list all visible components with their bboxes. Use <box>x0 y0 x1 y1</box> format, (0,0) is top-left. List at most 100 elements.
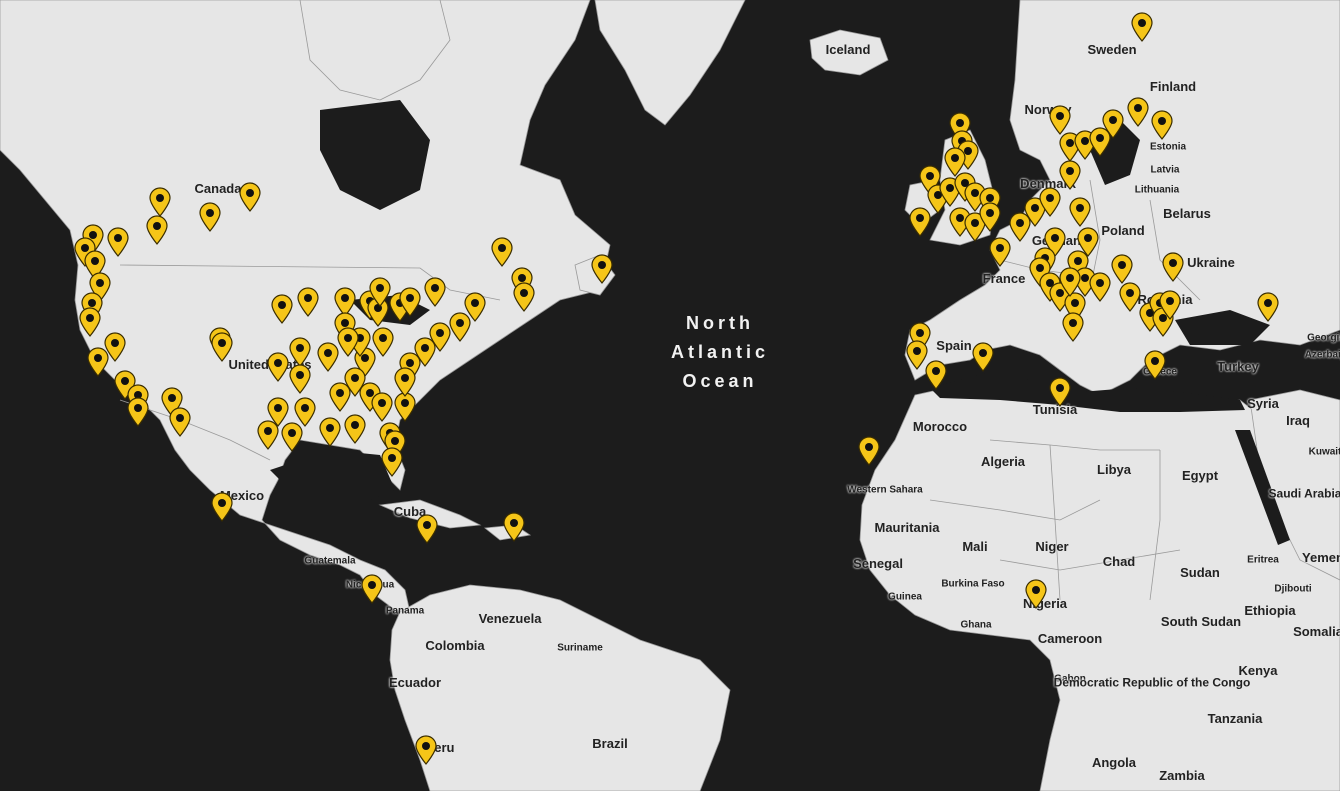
country-label: Democratic Republic of the Congo <box>1053 675 1251 690</box>
map-pin-icon[interactable] <box>1048 105 1072 135</box>
map-pin-icon[interactable] <box>1038 187 1062 217</box>
country-label: Ghana <box>960 619 992 631</box>
country-label: Saudi Arabia <box>1268 486 1340 501</box>
country-label: France <box>982 270 1026 286</box>
map-pin-icon[interactable] <box>1110 254 1134 284</box>
country-label: Algeria <box>980 453 1026 469</box>
country-label: Cameroon <box>1037 630 1103 646</box>
country-label: Kuwait <box>1308 446 1340 458</box>
map-pin-icon[interactable] <box>1101 109 1125 139</box>
country-label: Ukraine <box>1187 254 1235 270</box>
country-label: Estonia <box>1149 141 1187 153</box>
map-pin-icon[interactable] <box>1058 267 1082 297</box>
ocean-label: North Atlantic Ocean <box>671 309 769 396</box>
country-label: Suriname <box>557 642 603 654</box>
country-label: Angola <box>1091 754 1137 770</box>
country-label: Egypt <box>1181 467 1219 483</box>
map-pin-icon[interactable] <box>1158 290 1182 320</box>
map-pin-icon[interactable] <box>1130 12 1154 42</box>
map-pin-icon[interactable] <box>1088 272 1112 302</box>
country-label: Ecuador <box>388 674 442 690</box>
map-pin-icon[interactable] <box>393 367 417 397</box>
map-pin-icon[interactable] <box>336 327 360 357</box>
map-pin-icon[interactable] <box>148 187 172 217</box>
country-label: Poland <box>1101 222 1145 238</box>
country-label: Sudan <box>1180 564 1220 580</box>
country-label: Spain <box>936 337 972 353</box>
map-pin-icon[interactable] <box>328 382 352 412</box>
map-pin-icon[interactable] <box>1024 579 1048 609</box>
map-pin-icon[interactable] <box>380 447 404 477</box>
map-pin-icon[interactable] <box>857 436 881 466</box>
map-pin-icon[interactable] <box>318 417 342 447</box>
map-pin-icon[interactable] <box>1126 97 1150 127</box>
map-pin-icon[interactable] <box>1150 110 1174 140</box>
country-label: Azerbaijan <box>1304 349 1340 361</box>
map-pin-icon[interactable] <box>1143 350 1167 380</box>
map-pin-icon[interactable] <box>368 277 392 307</box>
map-pin-icon[interactable] <box>288 364 312 394</box>
map-pin-icon[interactable] <box>398 287 422 317</box>
map-pin-icon[interactable] <box>415 514 439 544</box>
map-pin-icon[interactable] <box>590 254 614 284</box>
country-label: Iceland <box>825 41 871 57</box>
map-pin-icon[interactable] <box>296 287 320 317</box>
map-pin-icon[interactable] <box>423 277 447 307</box>
country-label: Georgia <box>1307 332 1340 344</box>
country-label: Belarus <box>1163 205 1211 221</box>
map-pin-icon[interactable] <box>168 407 192 437</box>
map-pin-icon[interactable] <box>1061 312 1085 342</box>
map-pin-icon[interactable] <box>978 202 1002 232</box>
map-pin-icon[interactable] <box>370 392 394 422</box>
country-label: Latvia <box>1150 164 1180 176</box>
map-pin-icon[interactable] <box>360 574 384 604</box>
map-pin-icon[interactable] <box>266 352 290 382</box>
map-pin-icon[interactable] <box>288 337 312 367</box>
map-pin-icon[interactable] <box>512 282 536 312</box>
map-pin-icon[interactable] <box>270 294 294 324</box>
map-pin-icon[interactable] <box>126 397 150 427</box>
map-pin-icon[interactable] <box>210 332 234 362</box>
country-label: Mauritania <box>874 519 940 535</box>
country-label: Ethiopia <box>1244 602 1296 618</box>
country-label: Lithuania <box>1134 184 1180 196</box>
country-label: Colombia <box>425 637 485 653</box>
map-pin-icon[interactable] <box>490 237 514 267</box>
country-label: Chad <box>1102 553 1136 569</box>
map-pin-icon[interactable] <box>78 307 102 337</box>
country-label: Syria <box>1247 395 1279 411</box>
map-pin-icon[interactable] <box>924 360 948 390</box>
map-pin-icon[interactable] <box>1256 292 1280 322</box>
map-pin-icon[interactable] <box>371 327 395 357</box>
map-pin-icon[interactable] <box>1048 377 1072 407</box>
ocean-label-line-3: Ocean <box>682 371 758 391</box>
ocean-label-line-2: Atlantic <box>670 342 770 362</box>
country-label: Sweden <box>1087 41 1137 57</box>
map-pin-icon[interactable] <box>414 735 438 765</box>
map-pin-icon[interactable] <box>280 422 304 452</box>
map-pin-icon[interactable] <box>145 215 169 245</box>
country-label: Iraq <box>1286 412 1310 428</box>
map-pin-icon[interactable] <box>238 182 262 212</box>
map-pin-icon[interactable] <box>86 347 110 377</box>
country-label: Somalia <box>1293 623 1340 639</box>
map-pin-icon[interactable] <box>343 414 367 444</box>
country-label: Mali <box>962 538 988 554</box>
map-pin-icon[interactable] <box>210 492 234 522</box>
country-label: Finland <box>1149 78 1197 94</box>
map-pin-icon[interactable] <box>198 202 222 232</box>
country-label: Canada <box>194 180 242 196</box>
country-label: Guatemala <box>304 555 356 567</box>
country-label: Western Sahara <box>847 484 923 496</box>
map-pin-icon[interactable] <box>971 342 995 372</box>
map-pin-icon[interactable] <box>1068 197 1092 227</box>
world-map[interactable]: North Atlantic Ocean Canada United States… <box>0 0 1340 791</box>
map-pin-icon[interactable] <box>106 227 130 257</box>
map-pin-icon[interactable] <box>502 512 526 542</box>
country-label: Turkey <box>1217 358 1259 374</box>
map-pin-icon[interactable] <box>1161 252 1185 282</box>
country-label: South Sudan <box>1160 613 1242 629</box>
map-pin-icon[interactable] <box>1058 160 1082 190</box>
country-label: Guinea <box>888 591 922 603</box>
country-label: Niger <box>1035 538 1069 554</box>
